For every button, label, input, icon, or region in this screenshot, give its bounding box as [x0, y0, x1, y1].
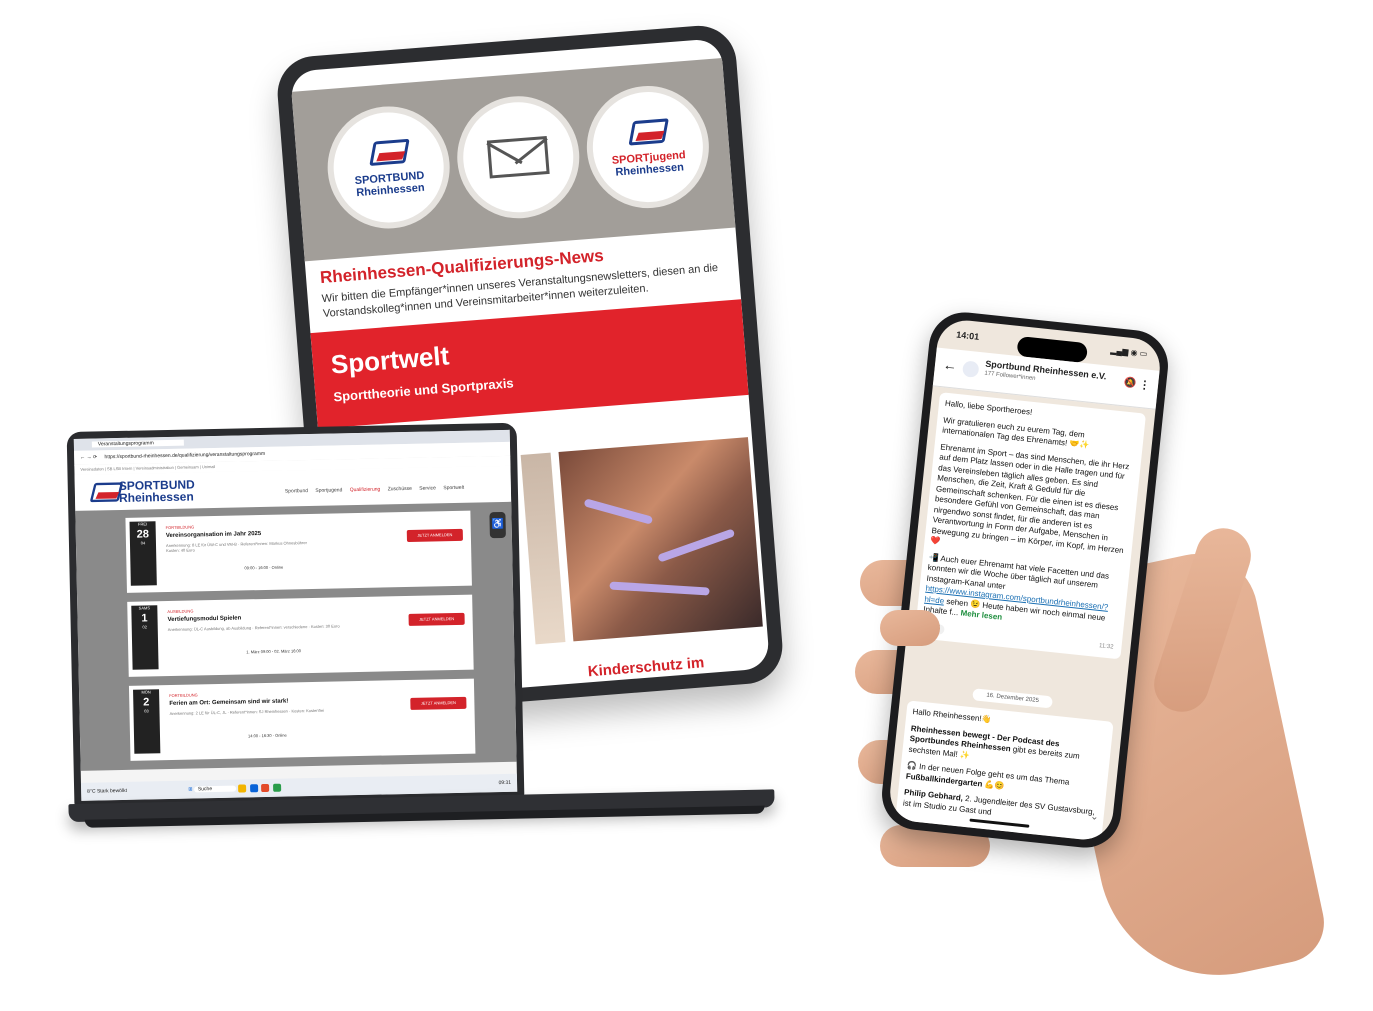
event-day: 28	[136, 528, 150, 541]
nav-item-sportwelt[interactable]: Sportwelt	[443, 485, 464, 491]
bookmarks-list[interactable]: Vereinsdaten | SB LSB Intern | Vereinsad…	[80, 464, 215, 472]
event-day-name: SAMS	[138, 605, 151, 611]
event-title[interactable]: Ferien am Ort: Gemeinsam sind wir stark!	[169, 699, 288, 707]
event-month: 03	[144, 708, 149, 714]
event-date: SAMS 1 02	[131, 605, 159, 670]
event-title[interactable]: Vertiefungsmodul Spielen	[168, 615, 242, 623]
back-arrow-icon[interactable]: ←	[942, 356, 958, 373]
more-options-icon[interactable]: ⋮	[1138, 378, 1150, 392]
register-button[interactable]: JETZT ANMELDEN	[406, 528, 463, 542]
explorer-icon[interactable]	[238, 784, 247, 793]
event-meta: Anerkennung: 2 LE für ÜL-C, JL · Referen…	[169, 707, 325, 716]
hand-fingertip	[880, 610, 940, 646]
article-image-partial	[520, 452, 566, 645]
event-cost: Kosten: 40 Euro	[166, 547, 195, 554]
banner-subtitle: Sporttheorie und Sportpraxis	[332, 375, 515, 405]
event-day-name: MON	[141, 689, 151, 695]
laptop-screen: Veranstaltungsprogramm ← → ⟳ https://spo…	[73, 429, 518, 801]
message-emoji: 💪😊	[984, 779, 1005, 791]
nav-item-sportbund[interactable]: Sportbund	[285, 488, 308, 494]
newsletter-mail-logo[interactable]	[452, 91, 584, 223]
event-meta: Anerkennung: ÜL-C Ausbildung, ab Ausbild…	[167, 623, 340, 633]
scroll-down-icon[interactable]: ⌄	[1090, 811, 1099, 823]
taskbar-search[interactable]: Suche	[193, 785, 237, 793]
event-category: FORTBILDUNG	[165, 524, 195, 531]
event-title[interactable]: Vereinsorganisation im Jahr 2025	[166, 531, 261, 539]
event-category: FORTBILDUNG	[169, 692, 198, 698]
start-icon[interactable]: ⊞	[188, 787, 192, 793]
event-time: 14:00 - 16:30 · Online	[247, 732, 287, 739]
sportbund-logo[interactable]: SPORTBUND Rheinhessen	[323, 101, 455, 234]
article-image-hands[interactable]	[558, 437, 763, 642]
app-icon[interactable]	[272, 783, 281, 792]
message-bubble[interactable]: Hallo Rheinhessen!👋 Rheinhessen bewegt -…	[895, 700, 1114, 842]
message-bubble[interactable]: Hallo, liebe Sportheroes! Wir gratuliere…	[914, 392, 1147, 660]
event-card[interactable]: SAMS 1 02 AUSBILDUNG Vertiefungsmodul Spie…	[127, 594, 474, 677]
site-nav: Sportbund Sportjugend Qualifizierung Zus…	[285, 485, 464, 495]
sportjugend-logo[interactable]: SPORTjugend Rheinhessen	[582, 81, 714, 213]
nav-arrows-icon[interactable]: ← → ⟳	[80, 454, 97, 460]
nav-item-zuschuesse[interactable]: Zuschüsse	[388, 486, 412, 493]
event-day-name: FREI	[137, 521, 148, 527]
event-list: FREI 28 04 FORTBILDUNG Vereinsorganisation…	[75, 501, 517, 771]
envelope-icon	[486, 135, 550, 179]
section-banner: Sportwelt Sporttheorie und Sportpraxis	[310, 299, 749, 429]
event-category: AUSBILDUNG	[167, 608, 194, 615]
event-card[interactable]: MON 2 03 FORTBILDUNG Ferien am Ort: Gemein…	[128, 678, 476, 761]
event-time: 1. März 09:00 - 02. März 16:00	[246, 648, 302, 655]
message-paragraph: 📲 Auch euer Ehrenamt hat viele Facetten …	[923, 552, 1124, 635]
event-date: MON 2 03	[133, 689, 161, 754]
register-button[interactable]: JETZT ANMELDEN	[408, 612, 465, 626]
event-day: 2	[143, 696, 150, 709]
chrome-icon[interactable]	[261, 783, 270, 792]
taskbar-clock: 09:31	[498, 779, 512, 787]
channel-avatar[interactable]	[961, 360, 980, 378]
sportbund-logo-mark-icon[interactable]	[89, 481, 124, 504]
nav-item-service[interactable]: Service	[419, 485, 436, 491]
sportjugend-logo-mark-icon	[626, 117, 669, 148]
newsletter-header: SPORTBUND Rheinhessen SPORTjugend Rheinhes…	[291, 57, 736, 262]
nav-item-sportjugend[interactable]: Sportjugend	[315, 487, 342, 494]
event-meta: Anerkennung: 8 LE für ÜW-C und VM-B · Re…	[166, 538, 396, 553]
status-time: 14:01	[955, 329, 980, 342]
event-month: 02	[142, 624, 147, 630]
browser-tab[interactable]: Veranstaltungsprogramm	[91, 439, 184, 448]
event-card[interactable]: FREI 28 04 FORTBILDUNG Vereinsorganisation…	[125, 510, 472, 593]
site-logo-text[interactable]: SPORTBUND Rheinhessen	[118, 477, 196, 506]
article-title[interactable]: Kinderschutz im Sportverein - keine Chan…	[587, 648, 770, 702]
register-button[interactable]: JETZT ANMELDEN	[410, 696, 467, 710]
mail-icon[interactable]	[249, 783, 258, 792]
weather-widget[interactable]: 8°C Stark bewölkt	[87, 788, 127, 795]
laptop-device: Veranstaltungsprogramm ← → ⟳ https://spo…	[66, 422, 775, 832]
site-logo-line2: Rheinhessen	[118, 489, 194, 506]
banner-title: Sportwelt	[329, 340, 451, 380]
bell-muted-icon[interactable]: 🔕	[1123, 377, 1137, 389]
url-field[interactable]: https://sportbund-rheinhessen.de/qualifi…	[104, 451, 265, 460]
event-day: 1	[141, 612, 148, 625]
message-time: 11:32	[1098, 642, 1114, 651]
sportbund-logo-mark-icon	[366, 137, 410, 168]
message-paragraph: Ehrenamt im Sport – das sind Menschen, d…	[930, 441, 1130, 555]
nav-item-qualifizierung[interactable]: Qualifizierung	[350, 487, 381, 494]
event-month: 04	[140, 540, 146, 546]
event-time: 09:00 - 16:00 · Online	[244, 564, 284, 571]
date-separator: 16. Dezember 2025	[972, 688, 1053, 709]
laptop-lid: Veranstaltungsprogramm ← → ⟳ https://spo…	[66, 422, 525, 808]
event-date: FREI 28 04	[129, 521, 157, 586]
signal-battery-icon: ▂▄▆ ◉ ▭	[1110, 345, 1148, 359]
phone-screen: 14:01 ▂▄▆ ◉ ▭ ← Sportbund Rheinhessen e.…	[887, 317, 1163, 843]
accessibility-icon[interactable]: ♿	[489, 511, 506, 539]
